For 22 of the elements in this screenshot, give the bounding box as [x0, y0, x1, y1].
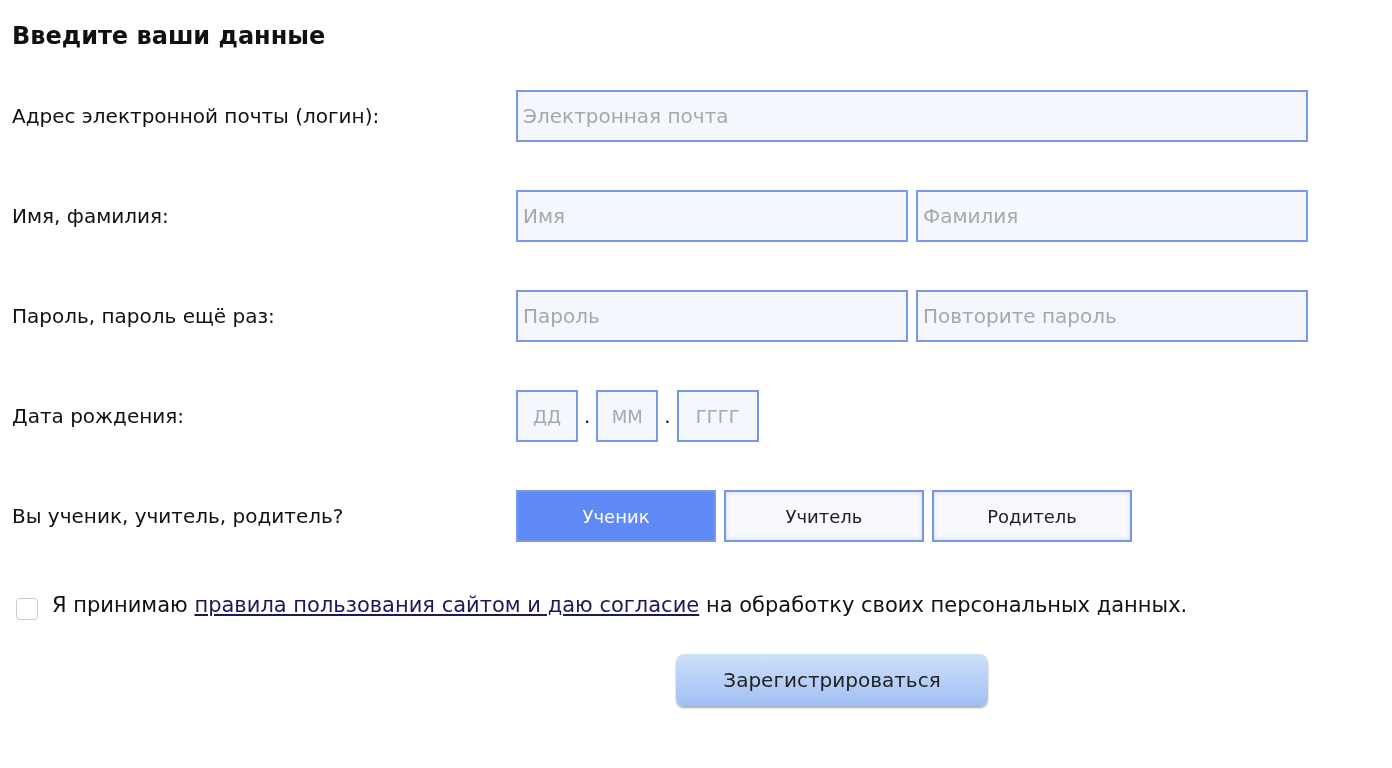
field-label: Имя, фамилия: — [12, 204, 170, 228]
input-field[interactable]: Повторите пароль — [916, 290, 1308, 342]
form-heading: Введите ваши данные — [12, 21, 327, 52]
input-field[interactable]: Электронная почта — [516, 90, 1308, 142]
field-label: Адрес электронной почты (логин): — [12, 104, 381, 128]
role-button[interactable]: Родитель — [932, 490, 1132, 542]
date-field[interactable]: ММ — [596, 390, 659, 442]
field-label: Дата рождения: — [12, 404, 186, 428]
date-field[interactable]: ДД — [516, 390, 578, 442]
consent-text: Я принимаю правила пользования сайтом и даю согласие на обработку своих персональных данных. — [52, 593, 1188, 617]
input-field[interactable]: Имя — [516, 190, 908, 242]
input-field[interactable]: Фамилия — [916, 190, 1308, 242]
date-separator: . — [583, 404, 592, 428]
date-separator: . — [663, 404, 672, 428]
checkbox[interactable] — [16, 598, 38, 620]
field-label: Вы ученик, учитель, родитель? — [12, 504, 345, 528]
field-label: Пароль, пароль ещё раз: — [12, 304, 276, 328]
role-button[interactable]: Учитель — [724, 490, 924, 542]
date-field[interactable]: ГГГГ — [676, 390, 759, 442]
input-field[interactable]: Пароль — [516, 290, 908, 342]
terms-link[interactable]: правила пользования сайтом и даю согласие — [194, 593, 700, 617]
register-button[interactable]: Зарегистрироваться — [676, 654, 988, 706]
